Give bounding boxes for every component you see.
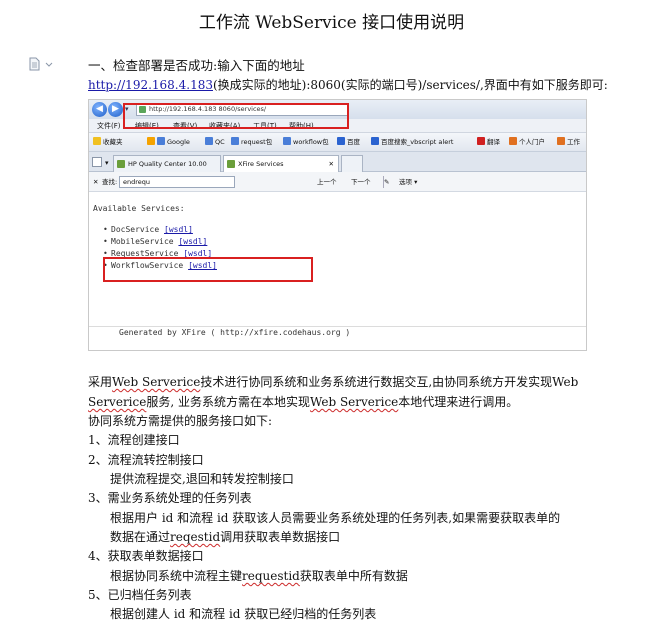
find-next-button[interactable]: 下一个 bbox=[351, 172, 371, 192]
workflow-icon bbox=[283, 137, 291, 145]
service-item: • MobileService [wsdl] bbox=[103, 237, 208, 246]
fav-work[interactable]: 工作 bbox=[557, 133, 580, 152]
fav-baidu[interactable]: 百度 bbox=[337, 133, 360, 152]
baidu-search-icon bbox=[371, 137, 379, 145]
browser-screenshot: ◀ ▶ ▾ http://192.168.4.183 8060/services… bbox=[88, 99, 587, 351]
hp-icon bbox=[117, 160, 125, 168]
work-icon bbox=[557, 137, 565, 145]
list-item-3-detail: 根据用户 id 和流程 id 获取该人员需要业务系统处理的任务列表,如果需要获取… bbox=[110, 511, 561, 525]
xfire-icon bbox=[227, 160, 235, 168]
service-item: • DocService [wsdl] bbox=[103, 225, 193, 234]
find-label: 查找: bbox=[102, 178, 118, 186]
list-item-5-detail: 根据创建人 id 和流程 id 获取已经归档的任务列表 bbox=[110, 607, 377, 621]
qc-icon bbox=[205, 137, 213, 145]
list-item-5: 5、已归档任务列表 bbox=[88, 588, 192, 602]
fav-qc[interactable]: QC bbox=[205, 133, 225, 152]
translate-icon bbox=[477, 137, 485, 145]
wsdl-link[interactable]: [wsdl] bbox=[164, 225, 193, 234]
menu-item-file[interactable]: 文件(F) bbox=[97, 119, 121, 133]
url-description: (换成实际的地址):8060(实际的端口号)/services/,界面中有如下服… bbox=[212, 78, 608, 92]
document-title: 工作流 WebService 接口使用说明 bbox=[198, 13, 465, 33]
find-options-button[interactable]: 选项 ▾ bbox=[399, 172, 417, 192]
favorites-button[interactable]: 收藏夹 bbox=[93, 133, 123, 152]
paragraph-3: 协同系统方需提供的服务接口如下: bbox=[88, 414, 273, 428]
paragraph-1: 采用Web Serverice技术进行协同系统和业务系统进行数据交互,由协同系统… bbox=[88, 375, 579, 389]
highlight-icon[interactable]: ✎ bbox=[383, 176, 393, 188]
find-close-icon[interactable]: ✕ bbox=[93, 172, 98, 192]
favorites-bar: 收藏夹 Google QC request包 workflow包 百度 百度搜索… bbox=[89, 133, 586, 152]
back-arrow-icon[interactable]: ◀ bbox=[92, 102, 107, 117]
fav-translate[interactable]: 翻译 bbox=[477, 133, 500, 152]
list-item-4: 4、获取表单数据接口 bbox=[88, 549, 204, 563]
google-icon bbox=[157, 137, 165, 145]
folder-icon bbox=[147, 137, 155, 145]
tab-xfire-services[interactable]: XFire Services ✕ bbox=[223, 155, 339, 172]
document-icon[interactable] bbox=[28, 57, 54, 71]
paragraph-2: Serverice服务, 业务系统方需在本地实现Web Serverice本地代… bbox=[88, 395, 519, 409]
available-services-heading: Available Services: bbox=[93, 204, 185, 213]
list-item-4-detail: 根据协同系统中流程主键requestid获取表单中所有数据 bbox=[110, 569, 408, 583]
tab-list-dropdown-icon[interactable]: ▾ bbox=[105, 155, 109, 171]
star-icon bbox=[93, 137, 101, 145]
list-item-3: 3、需业务系统处理的任务列表 bbox=[88, 491, 252, 505]
section-heading: 一、检查部署是否成功:输入下面的地址 bbox=[88, 58, 305, 73]
find-input[interactable]: endrequ bbox=[119, 176, 235, 188]
portal-icon bbox=[509, 137, 517, 145]
find-previous-button[interactable]: 上一个 bbox=[317, 172, 337, 192]
tab-hp-quality-center[interactable]: HP Quality Center 10.00 bbox=[113, 155, 221, 172]
wsdl-link[interactable]: [wsdl] bbox=[178, 237, 207, 246]
list-item-2: 2、流程流转控制接口 bbox=[88, 453, 204, 467]
new-tab-button[interactable] bbox=[341, 155, 363, 172]
find-bar: ✕ 查找: endrequ 上一个 下一个 ✎ 选项 ▾ bbox=[89, 172, 586, 192]
forward-arrow-icon[interactable]: ▶ bbox=[108, 102, 123, 117]
address-highlight-box bbox=[123, 103, 349, 129]
workflow-highlight-box bbox=[103, 257, 313, 282]
list-item-3-detail-2: 数据在通过reqestid调用获取表单数据接口 bbox=[110, 530, 341, 544]
fav-workflow[interactable]: workflow包 bbox=[283, 133, 329, 152]
close-tab-icon[interactable]: ✕ bbox=[329, 156, 334, 172]
list-item-2-detail: 提供流程提交,退回和转发控制接口 bbox=[110, 472, 294, 486]
tab-grid-icon[interactable] bbox=[92, 157, 102, 167]
services-url-link[interactable]: http://192.168.4.183 bbox=[88, 78, 213, 92]
footer-divider bbox=[89, 326, 586, 327]
url-line: http://192.168.4.183(换成实际的地址):8060(实际的端口… bbox=[88, 76, 608, 93]
tab-bar: ▾ HP Quality Center 10.00 XFire Services… bbox=[89, 152, 586, 172]
fav-portal[interactable]: 个人门户 bbox=[509, 133, 545, 152]
fav-baidu-search[interactable]: 百度搜索_vbscript alert bbox=[371, 133, 453, 152]
fav-request[interactable]: request包 bbox=[231, 133, 272, 152]
fav-google[interactable]: Google bbox=[147, 133, 190, 152]
baidu-icon bbox=[337, 137, 345, 145]
generated-by-text: Generated by XFire ( http://xfire.codeha… bbox=[119, 328, 351, 337]
request-icon bbox=[231, 137, 239, 145]
list-item-1: 1、流程创建接口 bbox=[88, 433, 180, 447]
